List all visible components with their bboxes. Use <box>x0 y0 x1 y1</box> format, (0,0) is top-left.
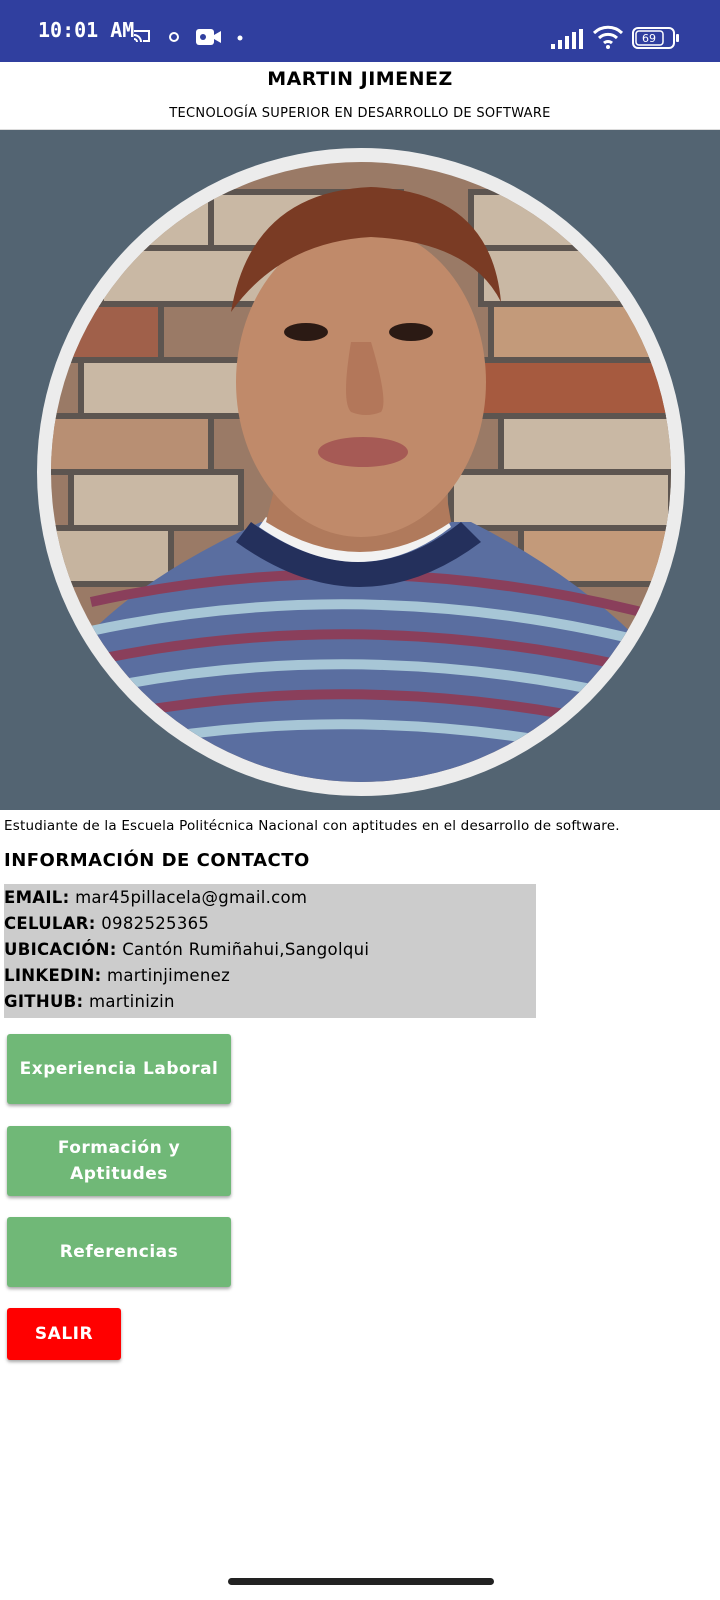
video-camera-icon <box>196 29 221 45</box>
dot-icon <box>237 35 243 41</box>
signal-icon <box>551 29 583 49</box>
profile-photo <box>51 162 671 782</box>
contact-value: 0982525365 <box>101 914 210 933</box>
contact-row-email: EMAIL: mar45pillacela@gmail.com <box>4 888 307 907</box>
contact-row-phone: CELULAR: 0982525365 <box>4 914 209 933</box>
battery-level: 69 <box>642 32 656 45</box>
status-bar: 10:01 AM 69 <box>0 0 720 62</box>
formation-button-line2: Aptitudes <box>70 1164 168 1184</box>
photo-panel <box>0 130 720 810</box>
contact-value: Cantón Rumiñahui,Sangolqui <box>122 940 370 959</box>
contact-value: martinizin <box>88 992 175 1011</box>
formation-button[interactable]: Formación y Aptitudes <box>7 1126 231 1196</box>
contact-row-github: GITHUB: martinizin <box>4 992 175 1011</box>
contact-key: UBICACIÓN: <box>4 940 117 959</box>
wifi-icon <box>592 25 624 49</box>
contact-box: EMAIL: mar45pillacela@gmail.com CELULAR:… <box>4 884 536 1018</box>
references-button[interactable]: Referencias <box>7 1217 231 1287</box>
formation-button-line1: Formación y <box>57 1138 181 1158</box>
contact-value: mar45pillacela@gmail.com <box>75 888 308 907</box>
notification-dot-icon <box>169 32 179 42</box>
contact-key: EMAIL: <box>4 888 70 907</box>
profile-career: TECNOLOGÍA SUPERIOR EN DESARROLLO DE SOF… <box>169 106 551 121</box>
contact-row-location: UBICACIÓN: Cantón Rumiñahui,Sangolqui <box>4 940 369 959</box>
profile-name: MARTIN JIMENEZ <box>267 68 453 90</box>
battery-icon: 69 <box>632 27 679 49</box>
contact-key: GITHUB: <box>4 992 84 1011</box>
contact-key: CELULAR: <box>4 914 96 933</box>
experience-button[interactable]: Experiencia Laboral <box>7 1034 231 1104</box>
profile-photo-frame <box>37 148 685 796</box>
contact-value: martinjimenez <box>107 966 231 985</box>
status-time: 10:01 AM <box>38 18 135 42</box>
home-indicator[interactable] <box>228 1578 494 1585</box>
cast-icon <box>133 30 150 43</box>
exit-button[interactable]: SALIR <box>7 1308 121 1360</box>
contact-title: INFORMACIÓN DE CONTACTO <box>4 850 310 871</box>
profile-description: Estudiante de la Escuela Politécnica Nac… <box>4 818 620 834</box>
contact-row-linkedin: LINKEDIN: martinjimenez <box>4 966 230 985</box>
contact-key: LINKEDIN: <box>4 966 102 985</box>
